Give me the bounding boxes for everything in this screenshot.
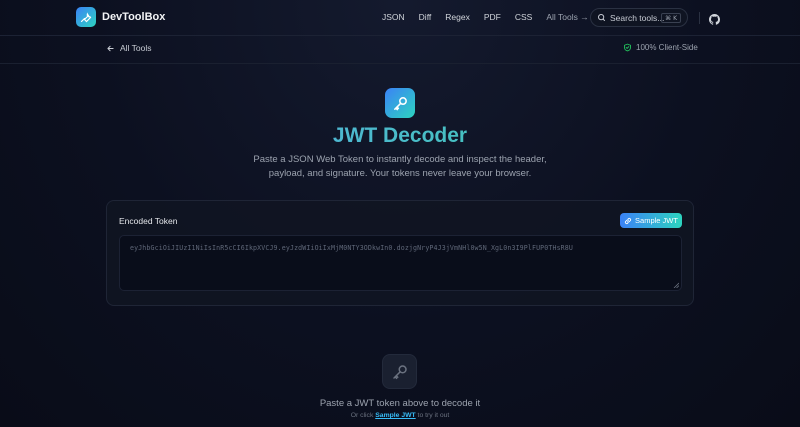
encoded-token-placeholder: eyJhbGciOiJIUzI1NiIsInR5cCI6IkpXVCJ9.eyJ… — [130, 244, 573, 252]
page-subtitle: Paste a JSON Web Token to instantly deco… — [253, 154, 547, 179]
client-side-label: 100% Client-Side — [636, 43, 698, 52]
brand-name: DevToolBox — [102, 11, 166, 23]
encoded-token-card: Encoded Token Sample JWT eyJhbGciOiJIUzI… — [106, 200, 694, 306]
empty-state-title: Paste a JWT token above to decode it — [319, 398, 481, 409]
empty-state-key-icon — [382, 354, 417, 389]
arrow-left-icon — [107, 45, 114, 51]
client-side-badge: 100% Client-Side — [623, 43, 698, 52]
sample-jwt-button[interactable]: Sample JWT — [620, 213, 682, 228]
search-shortcut-badge: ⌘ K — [661, 13, 681, 23]
nav-link-json[interactable]: JSON — [382, 12, 405, 22]
nav-link-diff[interactable]: Diff — [419, 12, 432, 22]
wrench-icon — [76, 7, 96, 27]
nav-link-regex[interactable]: Regex — [445, 12, 470, 22]
search-box[interactable]: Search tools... ⌘ K — [590, 8, 688, 27]
encoded-token-input[interactable]: eyJhbGciOiJIUzI1NiIsInR5cCI6IkpXVCJ9.eyJ… — [119, 235, 682, 291]
key-icon — [385, 88, 415, 118]
search-icon — [598, 14, 605, 21]
back-label: All Tools — [120, 43, 152, 53]
sample-jwt-label: Sample JWT — [635, 216, 678, 225]
nav-link-pdf[interactable]: PDF — [484, 12, 501, 22]
search-placeholder: Search tools... — [610, 12, 665, 23]
page-title: JWT Decoder — [0, 124, 800, 148]
encoded-token-label: Encoded Token — [119, 216, 178, 226]
link-icon — [624, 217, 632, 224]
brand-logo-link[interactable]: DevToolBox — [76, 7, 165, 27]
empty-state-hint: Or click Sample JWT to try it out — [0, 412, 800, 419]
back-to-all-tools-link[interactable]: All Tools — [106, 43, 152, 53]
empty-hint-suffix: to try it out — [415, 412, 450, 419]
github-icon[interactable] — [709, 12, 720, 30]
resize-handle-icon[interactable] — [673, 282, 679, 288]
empty-hint-prefix: Or click — [350, 412, 376, 419]
main-nav: JSON Diff Regex PDF CSS All Tools → — [382, 12, 603, 22]
nav-link-css[interactable]: CSS — [515, 12, 532, 22]
header-divider — [699, 12, 700, 24]
shield-check-icon — [624, 43, 631, 52]
empty-state-sample-link[interactable]: Sample JWT — [375, 412, 415, 419]
nav-link-all-tools[interactable]: All Tools → — [546, 12, 588, 22]
